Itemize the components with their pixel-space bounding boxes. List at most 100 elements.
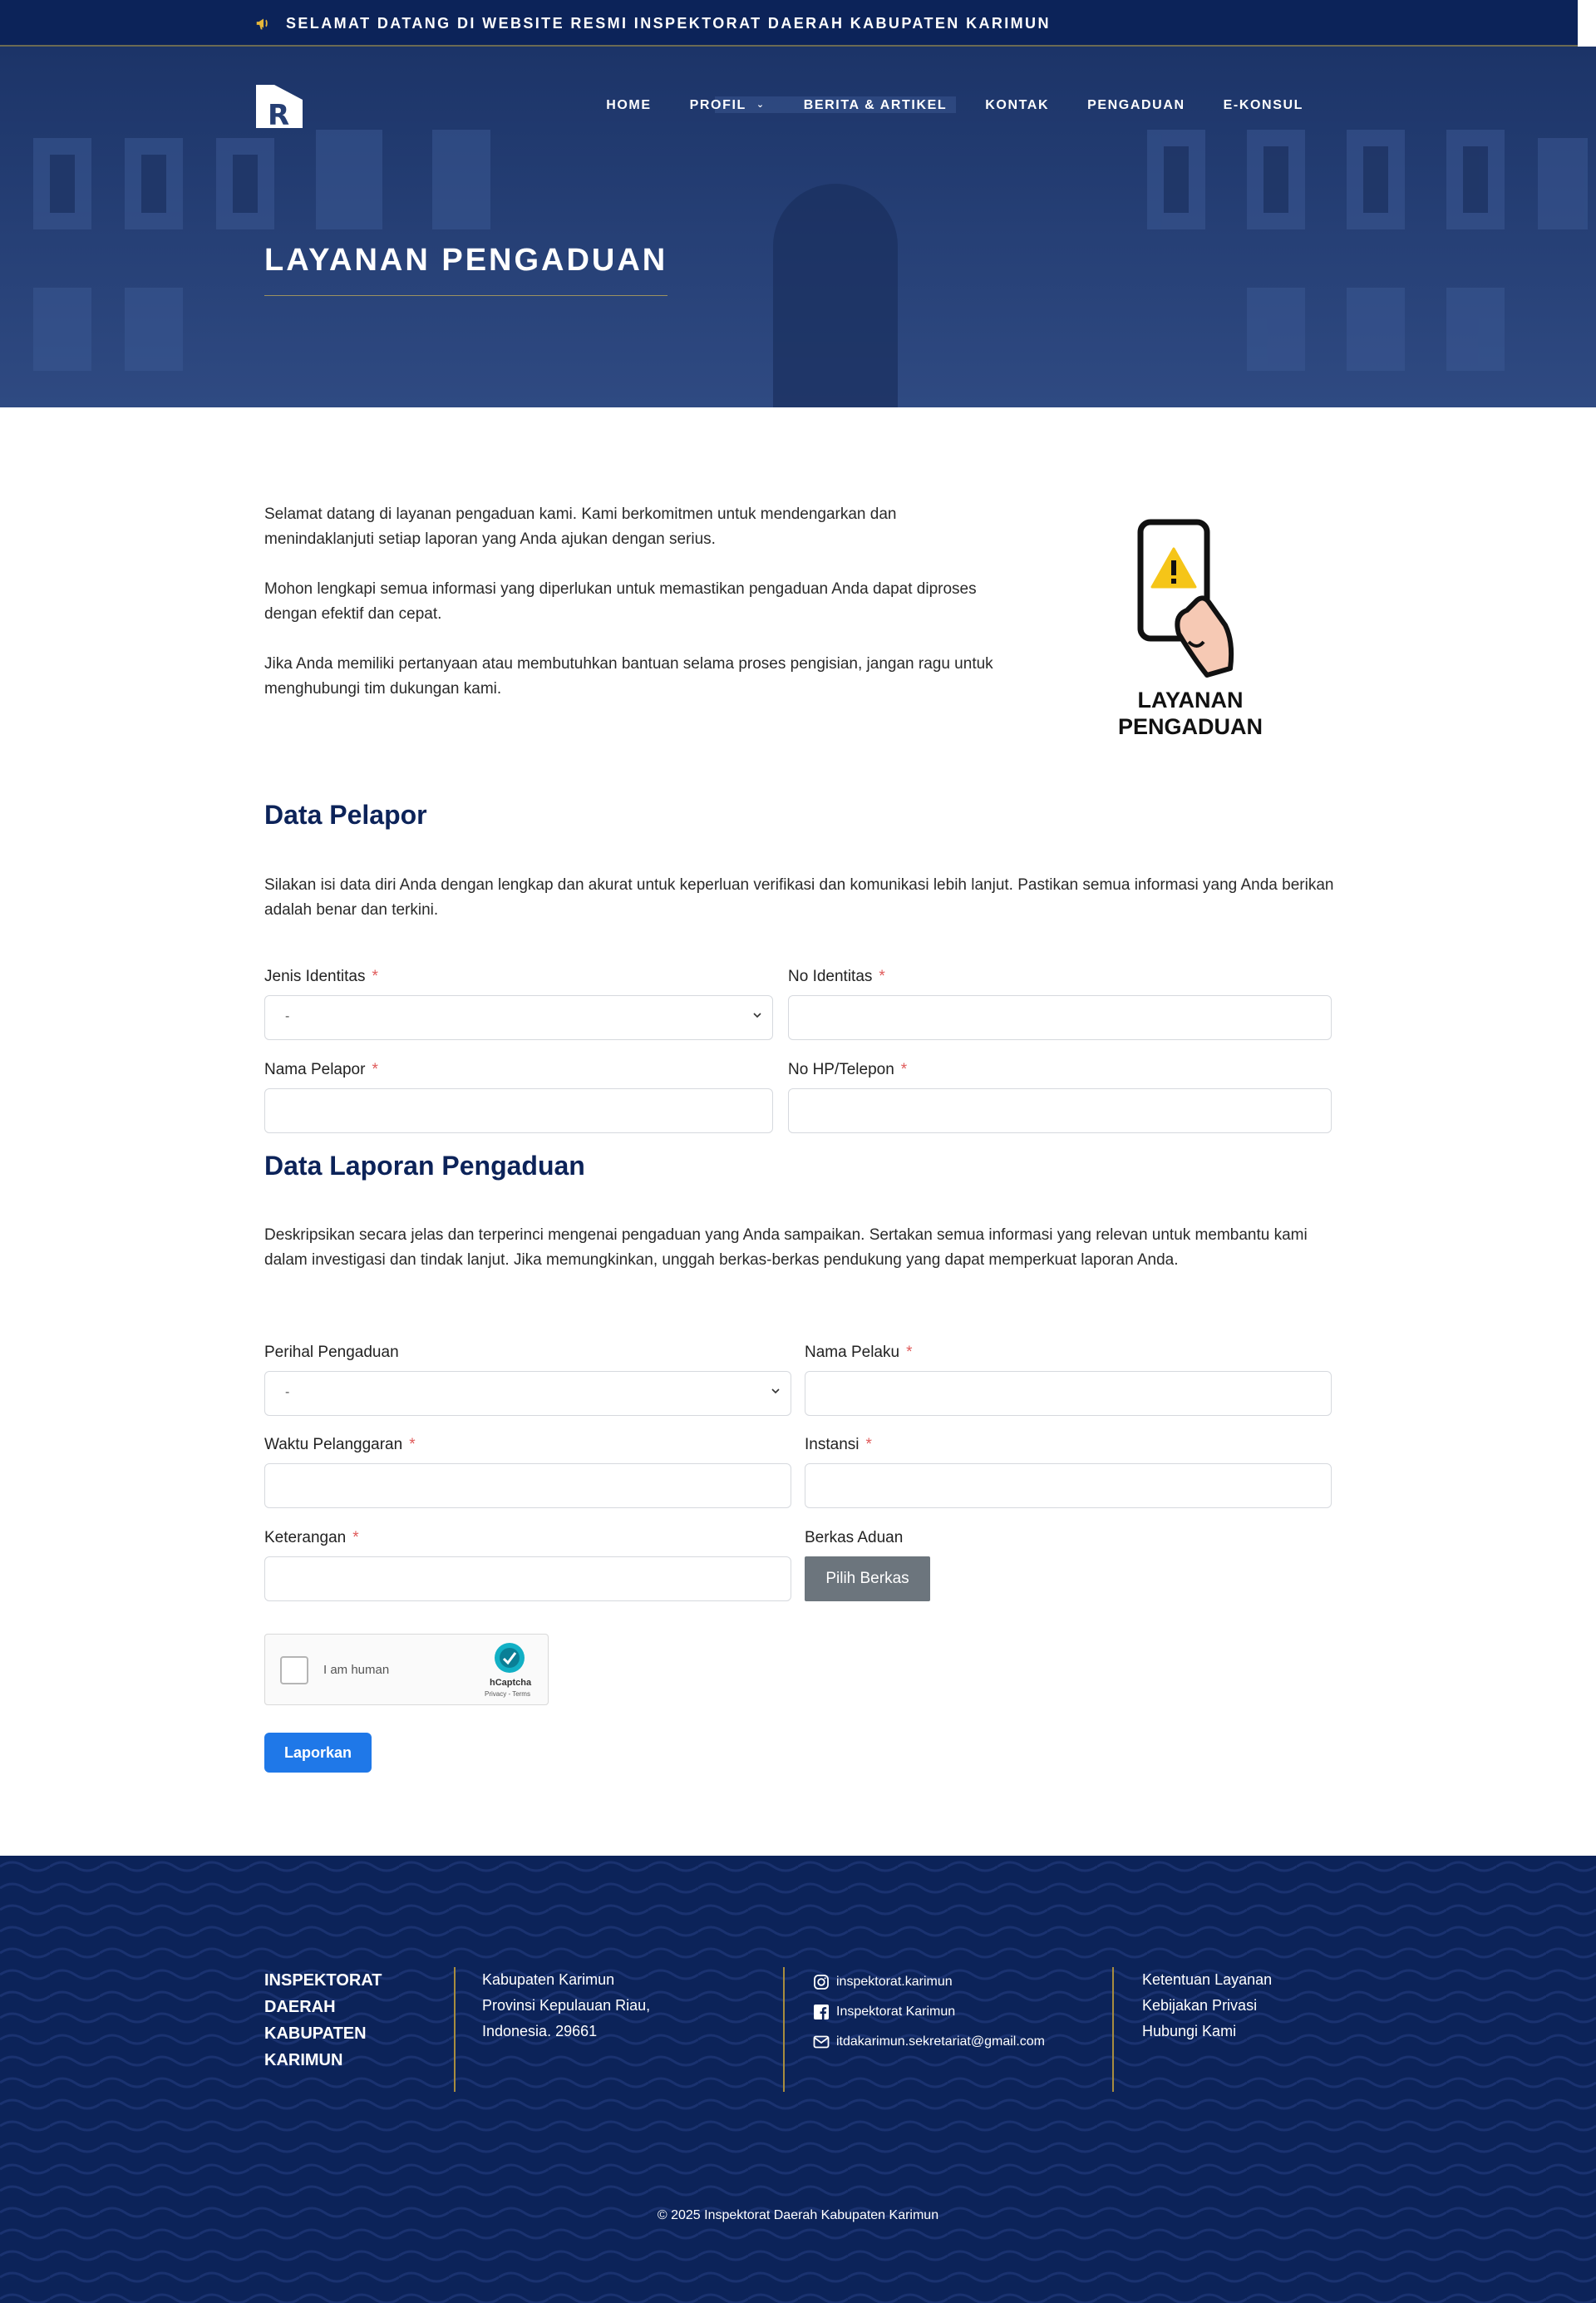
phone-input[interactable] [788, 1088, 1332, 1133]
site-footer: INSPEKTORAT DAERAH KABUPATEN KARIMUN Kab… [0, 1856, 1596, 2303]
subject-label: Perihal Pengaduan [264, 1344, 399, 1361]
phone-label-text: No HP/Telepon [788, 1061, 894, 1078]
footer-wave-pattern [0, 1856, 1596, 2303]
illustration-label: LAYANAN PENGADUAN [1057, 687, 1323, 740]
required-mark: * [352, 1529, 359, 1546]
footer-link-contact[interactable]: Hubungi Kami [1142, 2019, 1272, 2044]
section-desc-reporter: Silakan isi data diri Anda dengan lengka… [264, 876, 1334, 919]
violation-time-label: Waktu Pelanggaran * [264, 1436, 416, 1454]
reporter-name-label-text: Nama Pelapor [264, 1061, 366, 1078]
notes-label: Keterangan * [264, 1529, 359, 1547]
footer-social: inspektorat.karimun Inspektorat Karimun … [813, 1967, 1045, 2057]
required-mark: * [865, 1436, 872, 1453]
perpetrator-label: Nama Pelaku * [805, 1344, 912, 1362]
agency-label-text: Instansi [805, 1436, 860, 1453]
footer-link-privacy[interactable]: Kebijakan Privasi [1142, 1993, 1272, 2019]
footer-address-line: Provinsi Kepulauan Riau, [482, 1997, 651, 2014]
footer-link-terms[interactable]: Ketentuan Layanan [1142, 1967, 1272, 1993]
required-mark: * [900, 1061, 908, 1078]
required-mark: * [906, 1344, 913, 1361]
hcaptcha-logo-icon [495, 1643, 525, 1673]
id-type-selected-value: - [285, 1009, 290, 1023]
main-navigation: HOME PROFIL ⌄ BERITA & ARTIKEL KONTAK PE… [568, 98, 1303, 113]
notes-label-text: Keterangan [264, 1529, 347, 1546]
phone-label: No HP/Telepon * [788, 1061, 907, 1079]
captcha-terms-link[interactable]: Privacy - Terms [485, 1690, 530, 1698]
intro-paragraph: Jika Anda memiliki pertanyaan atau membu… [264, 655, 993, 698]
envelope-icon [813, 2035, 830, 2049]
facebook-page-name: Inspektorat Karimun [836, 2005, 956, 2019]
section-heading-report: Data Laporan Pengaduan [264, 1151, 585, 1181]
nav-home[interactable]: HOME [606, 98, 651, 113]
footer-address-line: Kabupaten Karimun [482, 1971, 615, 1988]
captcha-brand: hCaptcha [490, 1678, 532, 1688]
captcha-label: I am human [323, 1663, 390, 1677]
notes-input[interactable] [264, 1556, 791, 1601]
agency-input[interactable] [805, 1463, 1332, 1508]
instagram-icon [814, 1975, 829, 1990]
instagram-handle: inspektorat.karimun [836, 1975, 953, 1989]
subject-selected-value: - [285, 1385, 290, 1399]
illustration-label-line: PENGADUAN [1117, 714, 1263, 739]
nav-profil-label: PROFIL [689, 98, 746, 112]
agency-label: Instansi * [805, 1436, 872, 1454]
reporter-name-label: Nama Pelapor * [264, 1061, 378, 1079]
page-title: LAYANAN PENGADUAN [264, 243, 668, 296]
id-number-label-text: No Identitas [788, 968, 873, 985]
footer-org-line: KABUPATEN [264, 2024, 367, 2043]
chevron-down-icon [771, 1388, 780, 1394]
perpetrator-input[interactable] [805, 1371, 1332, 1416]
nav-profil[interactable]: PROFIL ⌄ [690, 98, 766, 113]
footer-divider [454, 1967, 456, 2092]
nav-e-konsul[interactable]: E-KONSUL [1224, 98, 1303, 113]
megaphone-icon [256, 18, 268, 30]
footer-email-link[interactable]: itdakarimun.sekretariat@gmail.com [813, 2027, 1045, 2057]
footer-instagram-link[interactable]: inspektorat.karimun [813, 1967, 1045, 1997]
announcement-text: SELAMAT DATANG DI WEBSITE RESMI INSPEKTO… [286, 14, 1051, 32]
chevron-down-icon [753, 1013, 761, 1018]
nav-berita-artikel[interactable]: BERITA & ARTIKEL [804, 98, 948, 113]
footer-links: Ketentuan Layanan Kebijakan Privasi Hubu… [1142, 1967, 1272, 2044]
section-heading-reporter: Data Pelapor [264, 800, 427, 830]
id-type-select[interactable]: - [264, 995, 773, 1040]
intro-paragraph: Mohon lengkapi semua informasi yang dipe… [264, 580, 977, 623]
perpetrator-label-text: Nama Pelaku [805, 1344, 900, 1361]
reporter-name-input[interactable] [264, 1088, 773, 1133]
chevron-down-icon: ⌄ [756, 99, 766, 110]
footer-facebook-link[interactable]: Inspektorat Karimun [813, 1997, 1045, 2027]
required-mark: * [879, 968, 885, 985]
footer-copyright: © 2025 Inspektorat Daerah Kabupaten Kari… [657, 2208, 939, 2222]
footer-divider [783, 1967, 785, 2092]
submit-report-button[interactable]: Laporkan [264, 1733, 372, 1773]
id-type-label: Jenis Identitas * [264, 968, 378, 986]
hcaptcha-widget: I am human hCaptcha Privacy - Terms [264, 1634, 549, 1705]
captcha-checkbox[interactable] [280, 1656, 308, 1684]
id-type-label-text: Jenis Identitas [264, 968, 366, 985]
hero-banner: R HOME PROFIL ⌄ BERITA & ARTIKEL KONTAK … [0, 47, 1596, 407]
phone-warning-illustration [1137, 519, 1234, 678]
nav-kontak[interactable]: KONTAK [985, 98, 1049, 113]
required-mark: * [372, 1061, 378, 1078]
footer-org-line: KARIMUN [264, 2051, 343, 2069]
footer-divider [1112, 1967, 1114, 2092]
footer-org-name: INSPEKTORAT DAERAH KABUPATEN KARIMUN [264, 1967, 414, 2074]
announcement-bar: SELAMAT DATANG DI WEBSITE RESMI INSPEKTO… [0, 0, 1578, 47]
illustration-label-line: LAYANAN [1137, 688, 1244, 713]
footer-org-line: INSPEKTORAT [264, 1971, 382, 1990]
choose-files-button[interactable]: Pilih Berkas [805, 1556, 930, 1601]
violation-time-input[interactable] [264, 1463, 791, 1508]
intro-text: Selamat datang di layanan pengaduan kami… [264, 502, 1004, 727]
footer-address: Kabupaten Karimun Provinsi Kepulauan Ria… [482, 1967, 650, 2044]
intro-paragraph: Selamat datang di layanan pengaduan kami… [264, 505, 897, 548]
footer-org-line: DAERAH [264, 1998, 336, 2016]
nav-pengaduan[interactable]: PENGADUAN [1087, 98, 1185, 113]
facebook-icon [814, 2005, 829, 2019]
files-label: Berkas Aduan [805, 1529, 904, 1546]
required-mark: * [409, 1436, 416, 1453]
site-logo[interactable]: R [254, 83, 304, 130]
violation-time-label-text: Waktu Pelanggaran [264, 1436, 403, 1453]
id-number-input[interactable] [788, 995, 1332, 1040]
subject-select[interactable]: - [264, 1371, 791, 1416]
required-mark: * [372, 968, 378, 985]
section-desc-report: Deskripsikan secara jelas dan terperinci… [264, 1226, 1308, 1269]
